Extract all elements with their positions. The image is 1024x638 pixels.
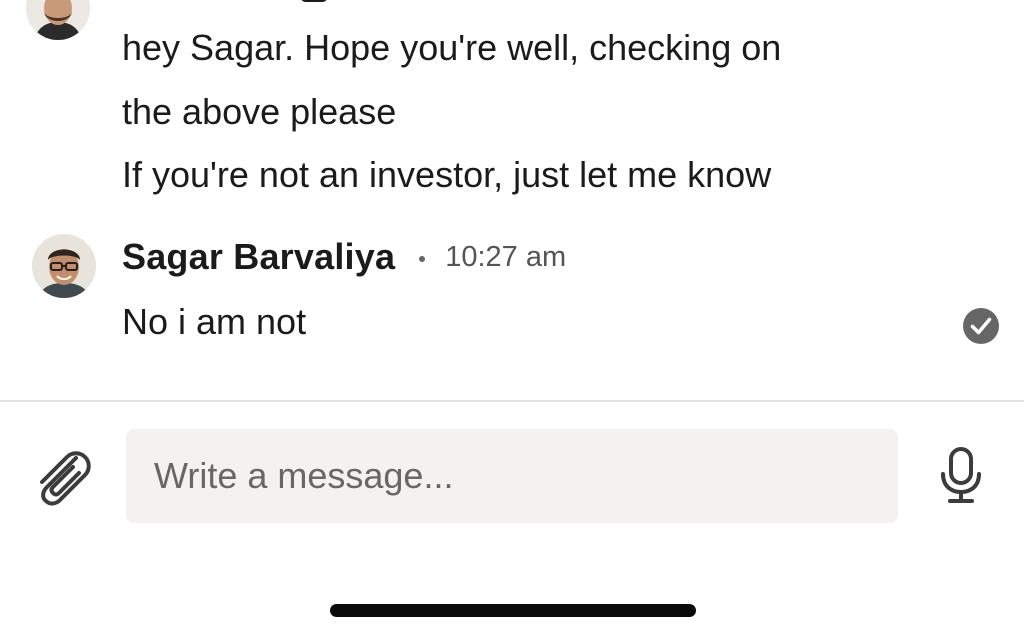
message-composer[interactable]: [126, 429, 898, 523]
paperclip-icon[interactable]: [30, 446, 94, 508]
message-header: Sagar Barvaliya 10:27 am: [122, 232, 566, 282]
cropped-sender-header: [300, 0, 440, 4]
message-line: If you're not an investor, just let me k…: [122, 154, 772, 195]
message-input[interactable]: [154, 455, 870, 497]
home-indicator[interactable]: [330, 604, 696, 617]
message-timestamp: 10:27 am: [445, 240, 567, 273]
cropped-name-fragment: [300, 0, 328, 2]
messaging-screen: hey Sagar. Hope you're well, checking on…: [0, 0, 1024, 638]
sender-avatar-sagar[interactable]: [32, 234, 96, 298]
message-line: the above please: [122, 91, 397, 132]
message-text: No i am not: [122, 301, 307, 342]
microphone-icon[interactable]: [936, 446, 986, 506]
separator-dot: [419, 256, 426, 262]
person-avatar-icon: [32, 234, 96, 298]
composer-divider: [0, 400, 1024, 402]
sender-name[interactable]: Sagar Barvaliya: [122, 236, 395, 278]
message-line: hey Sagar. Hope you're well, checking on: [122, 27, 782, 68]
sender-avatar-previous[interactable]: [26, 0, 90, 40]
person-avatar-icon: [26, 0, 90, 40]
read-receipt-check-icon: [963, 308, 999, 344]
